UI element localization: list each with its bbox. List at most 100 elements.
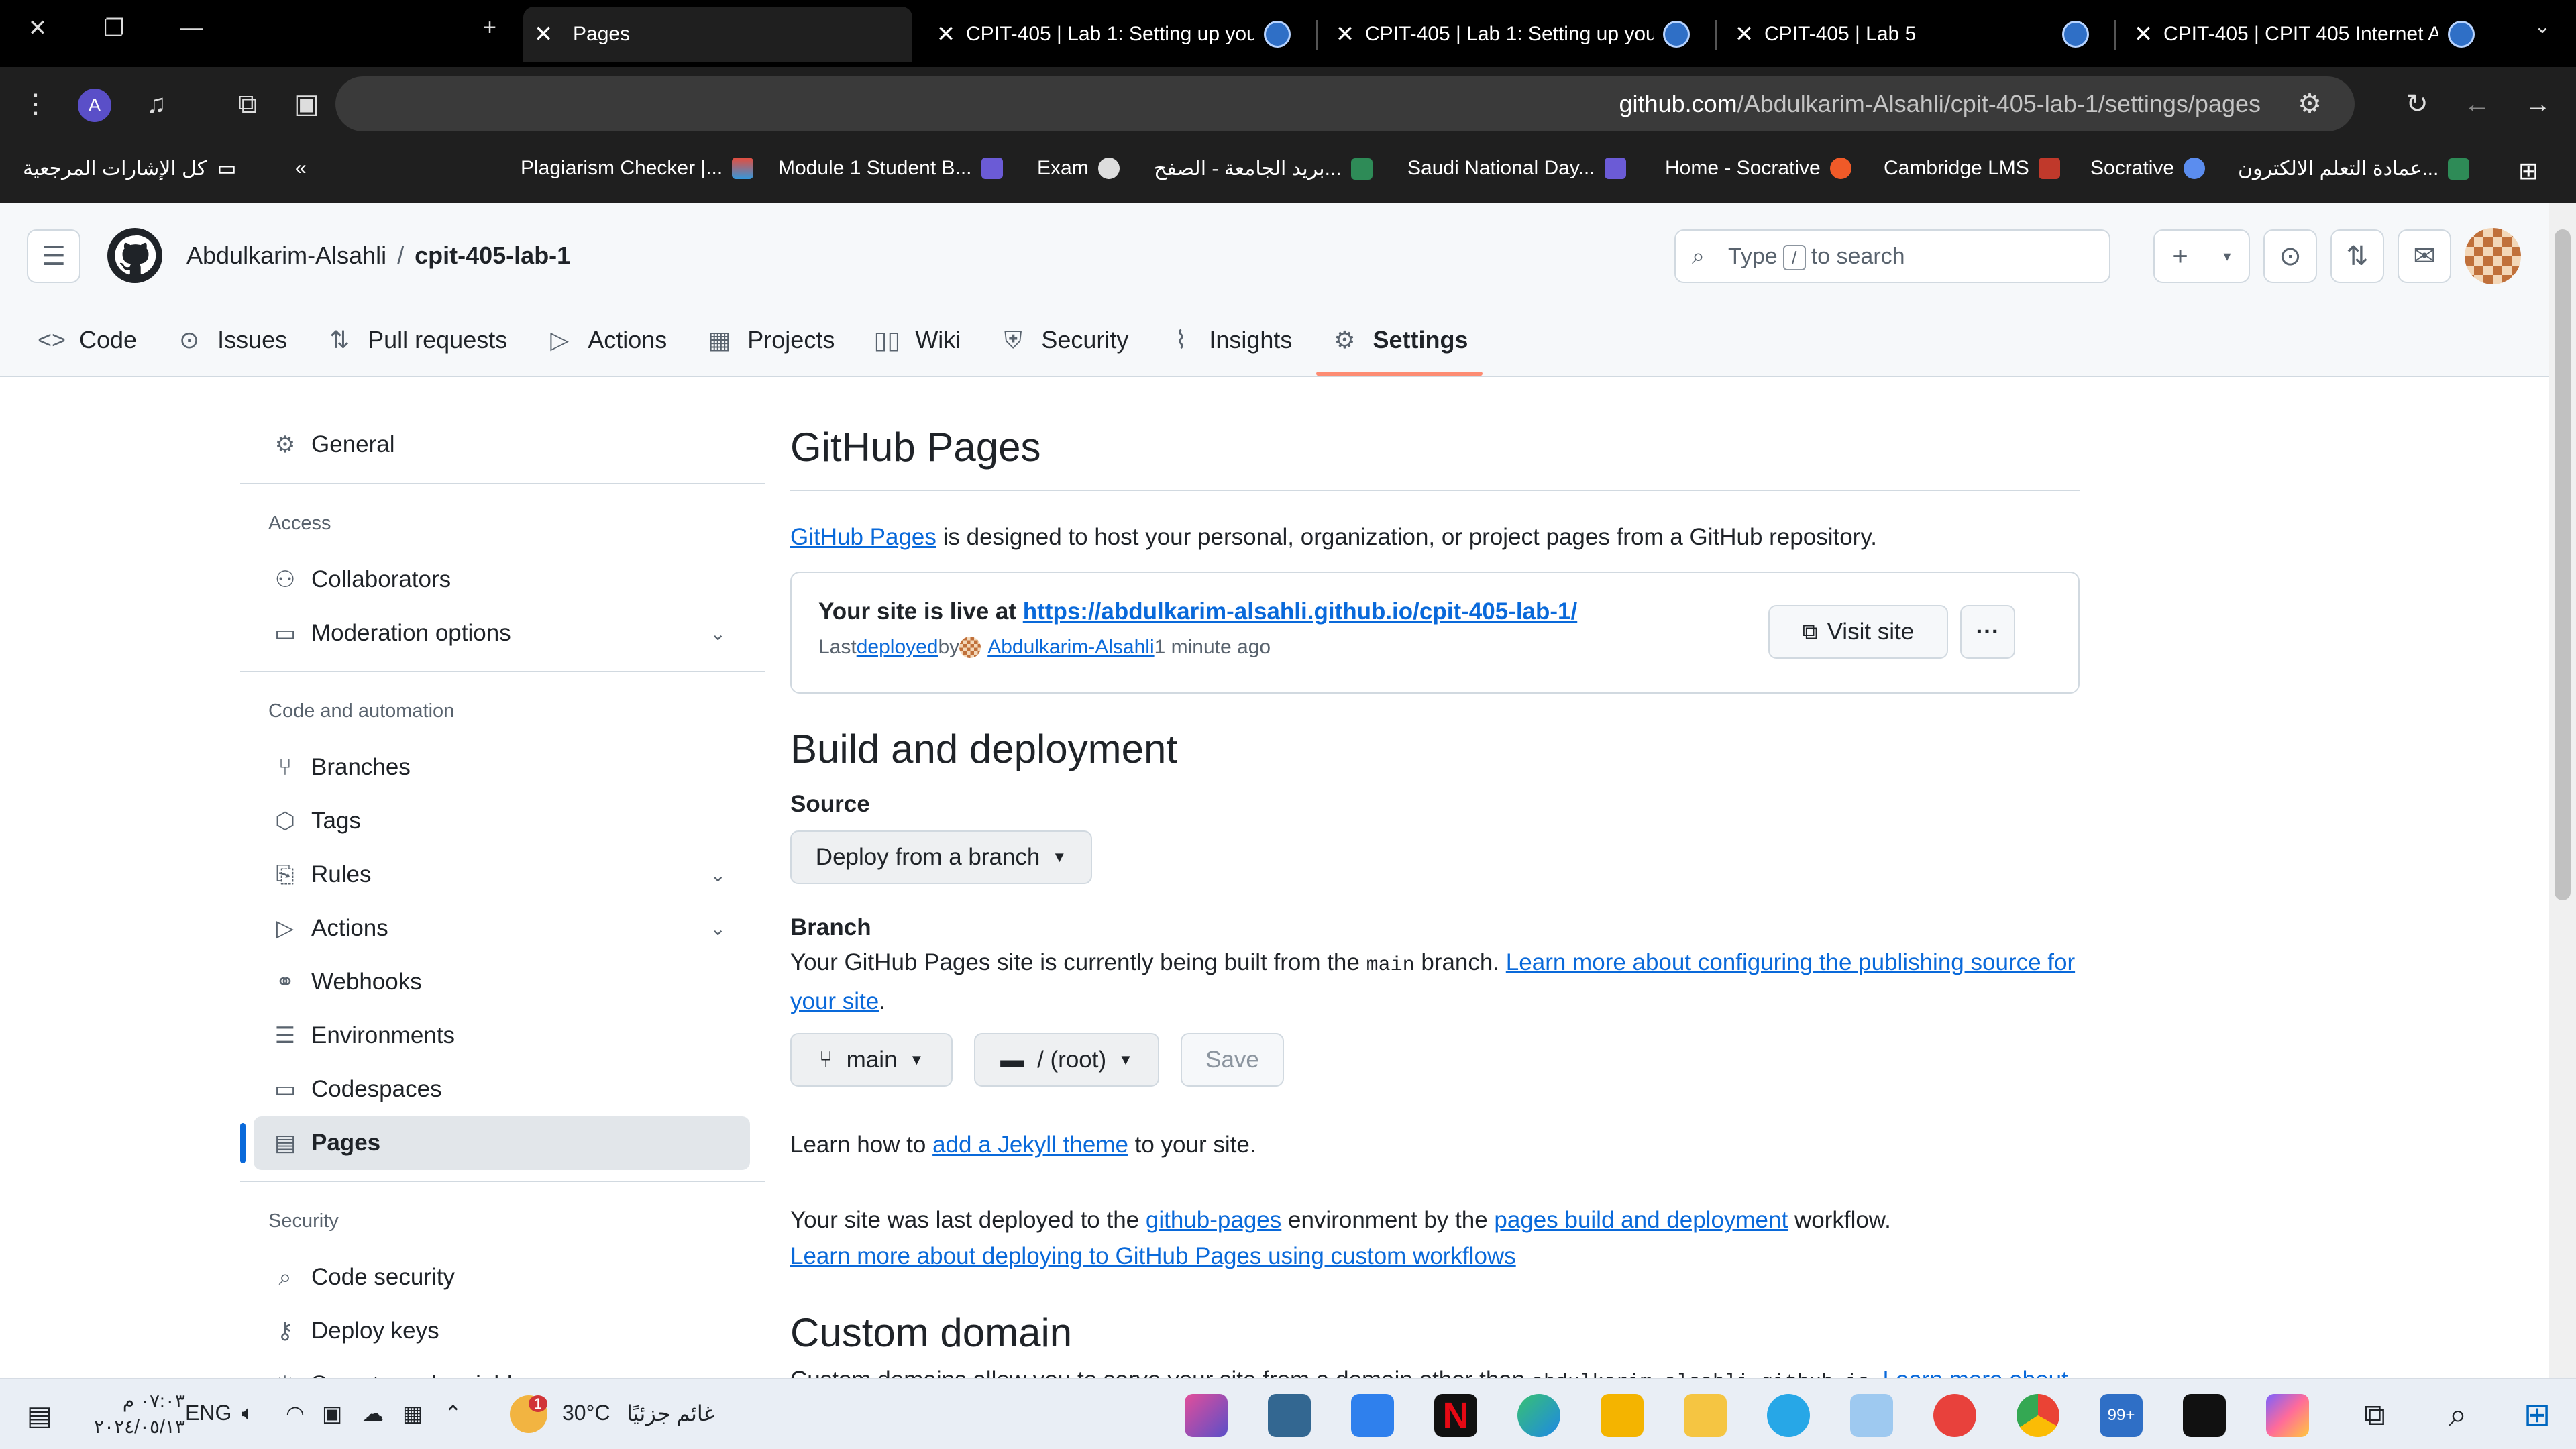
postgres-icon[interactable] [1268, 1394, 1311, 1437]
chrome-icon[interactable] [2017, 1394, 2059, 1437]
tab-pages[interactable]: ✕ Pages [523, 7, 912, 62]
tab-cpit405[interactable]: ✕ CPIT-405 | CPIT 405 Internet Ap [2123, 7, 2499, 62]
bookmark-item[interactable]: Plagiarism Checker |... [521, 157, 754, 180]
branch-select-dropdown[interactable]: ⑂ main ▼ [790, 1033, 953, 1087]
bookmark-item[interactable]: عمادة التعلم الالكترون... [2238, 157, 2470, 180]
address-bar[interactable]: github.com/Abdulkarim-Alsahli/cpit-405-l… [335, 76, 2355, 131]
bookmark-item[interactable]: بريد الجامعة - الصفح... [1154, 157, 1373, 180]
save-button[interactable]: Save [1181, 1033, 1284, 1087]
close-tab-icon[interactable]: ✕ [1724, 21, 1764, 48]
github-pages-env-link[interactable]: github-pages [1146, 1207, 1281, 1233]
bookmark-item[interactable]: Socrative [2090, 157, 2206, 180]
netflix-icon[interactable]: N [1434, 1394, 1477, 1437]
taskbar-app-icon[interactable] [1933, 1394, 1976, 1437]
forward-arrow-icon[interactable]: → [2520, 86, 2556, 122]
url-text[interactable]: github.com/Abdulkarim-Alsahli/cpit-405-l… [1619, 90, 2261, 118]
tab-pull-requests[interactable]: ⇅ Pull requests [326, 317, 507, 364]
sidebar-item-general[interactable]: ⚙ General [254, 418, 750, 472]
deployer-link[interactable]: Abdulkarim-Alsahli [987, 636, 1154, 659]
restore-window-icon[interactable]: ❐ [94, 15, 134, 42]
tab-settings[interactable]: ⚙ Settings [1316, 317, 1483, 376]
custom-workflows-link[interactable]: Learn more about deploying to GitHub Pag… [790, 1243, 1516, 1269]
site-url-link[interactable]: https://abdulkarim-alsahli.github.io/cpi… [1023, 598, 1577, 625]
onedrive-icon[interactable]: ☁ [362, 1401, 384, 1426]
taskbar-app-icon[interactable] [1185, 1394, 1228, 1437]
tab-lab5[interactable]: ✕ CPIT-405 | Lab 5 [1724, 7, 2113, 62]
repo-link[interactable]: cpit-405-lab-1 [415, 241, 570, 269]
sidebar-item-branches[interactable]: ⑂ Branches [254, 741, 750, 794]
notification-center-icon[interactable]: ▤ [27, 1401, 52, 1432]
sidebar-item-webhooks[interactable]: ⚭ Webhooks [254, 955, 750, 1009]
more-options-button[interactable]: ··· [1960, 605, 2015, 659]
create-new-button[interactable]: + ▾ [2153, 229, 2250, 283]
weather-text[interactable]: غائم جزئيًا [627, 1401, 714, 1426]
sidebar-item-codespaces[interactable]: ▭ Codespaces [254, 1063, 750, 1116]
tab-lab1-a[interactable]: ✕ CPIT-405 | Lab 1: Setting up you [926, 7, 1315, 62]
scrollbar-thumb[interactable] [2555, 229, 2571, 900]
start-windows-icon[interactable]: ⊞ [2516, 1394, 2559, 1437]
language-indicator[interactable]: ENG [185, 1401, 231, 1426]
browser-menu-icon[interactable]: ⋮ [17, 86, 54, 122]
issues-shortcut-icon[interactable]: ⊙ [2263, 229, 2317, 283]
page-scrollbar[interactable] [2549, 203, 2576, 1378]
close-tab-icon[interactable]: ✕ [2123, 21, 2163, 48]
wifi-icon[interactable]: ◠ [286, 1401, 305, 1426]
chevron-down-icon[interactable]: ⌄ [710, 864, 726, 886]
search-icon[interactable]: ⌕ [2436, 1394, 2479, 1437]
bookmark-item[interactable]: Home - Socrative [1665, 157, 1851, 180]
tab-list-chevron-icon[interactable]: ⌄ [2522, 15, 2563, 38]
sidebar-item-environments[interactable]: ☰ Environments [254, 1009, 750, 1063]
minimize-window-icon[interactable]: — [172, 15, 212, 41]
vscode-icon[interactable] [1351, 1394, 1394, 1437]
clock[interactable]: ٠٧:٠٣ م ٢٠٢٤/٠٥/١٣ [94, 1389, 185, 1440]
close-tab-icon[interactable]: ✕ [1325, 21, 1365, 48]
close-tab-icon[interactable]: ✕ [523, 21, 564, 48]
bookmark-item[interactable]: Saudi National Day... [1407, 157, 1626, 180]
sidebar-item-moderation[interactable]: ▭ Moderation options ⌄ [254, 606, 750, 660]
show-hidden-icons-chevron-icon[interactable]: ⌃ [444, 1401, 462, 1426]
file-explorer-icon[interactable] [1684, 1394, 1727, 1437]
bookmark-item[interactable]: Cambridge LMS [1884, 157, 2060, 180]
taskbar-app-icon[interactable] [1850, 1394, 1893, 1437]
sidebar-item-collaborators[interactable]: ⚇ Collaborators [254, 553, 750, 606]
pycharm-icon[interactable] [2183, 1394, 2226, 1437]
bookmark-item[interactable]: Exam [1037, 157, 1120, 180]
extensions-icon[interactable]: ⧉ [229, 86, 266, 122]
close-tab-icon[interactable]: ✕ [926, 21, 966, 48]
sidebar-item-rules[interactable]: ⎘ Rules ⌄ [254, 848, 750, 902]
temperature[interactable]: 30°C [562, 1401, 610, 1426]
chevron-down-icon[interactable]: ⌄ [710, 623, 726, 645]
inbox-icon[interactable]: ✉ [2398, 229, 2451, 283]
tab-actions[interactable]: ▷ Actions [546, 317, 667, 364]
pull-requests-shortcut-icon[interactable]: ⇅ [2330, 229, 2384, 283]
deployed-link[interactable]: deployed [857, 636, 938, 659]
pages-workflow-link[interactable]: pages build and deployment [1494, 1207, 1788, 1233]
bookmark-item[interactable]: Module 1 Student B... [778, 157, 1003, 180]
tab-code[interactable]: <> Code [38, 317, 137, 364]
new-tab-button[interactable]: + [470, 15, 510, 41]
apps-grid-icon[interactable]: ⊞ [2518, 157, 2538, 185]
weather-icon[interactable]: 1 [510, 1395, 547, 1433]
bookmarks-overflow-button[interactable]: « [295, 157, 307, 180]
github-logo-icon[interactable] [107, 228, 162, 283]
source-dropdown[interactable]: Deploy from a branch ▼ [790, 830, 1092, 884]
all-bookmarks-folder[interactable]: كل الإشارات المرجعية ▭ [23, 157, 236, 180]
tray-device-icon[interactable]: ▦ [402, 1401, 423, 1426]
sidebar-item-deploy-keys[interactable]: ⚷ Deploy keys [254, 1304, 750, 1358]
profile-avatar[interactable]: A [78, 89, 111, 122]
github-pages-link[interactable]: GitHub Pages [790, 524, 936, 550]
tab-projects[interactable]: ▦ Projects [706, 317, 835, 364]
hamburger-menu-icon[interactable]: ☰ [27, 229, 80, 283]
close-window-icon[interactable]: ✕ [17, 15, 58, 42]
copilot-icon[interactable] [2266, 1394, 2309, 1437]
sidebar-item-actions[interactable]: ▷ Actions ⌄ [254, 902, 750, 955]
taskbar-app-icon[interactable] [1601, 1394, 1644, 1437]
jekyll-theme-link[interactable]: add a Jekyll theme [932, 1132, 1128, 1158]
site-settings-icon[interactable]: ⚙ [2292, 86, 2328, 122]
visit-site-button[interactable]: ⧉ Visit site [1768, 605, 1948, 659]
owner-link[interactable]: Abdulkarim-Alsahli [186, 241, 386, 269]
media-control-icon[interactable]: ♫ [138, 86, 174, 122]
back-arrow-icon[interactable]: ← [2459, 86, 2496, 122]
folder-select-dropdown[interactable]: ▬ / (root) ▼ [974, 1033, 1159, 1087]
extension-b-icon[interactable]: ▣ [288, 86, 325, 122]
